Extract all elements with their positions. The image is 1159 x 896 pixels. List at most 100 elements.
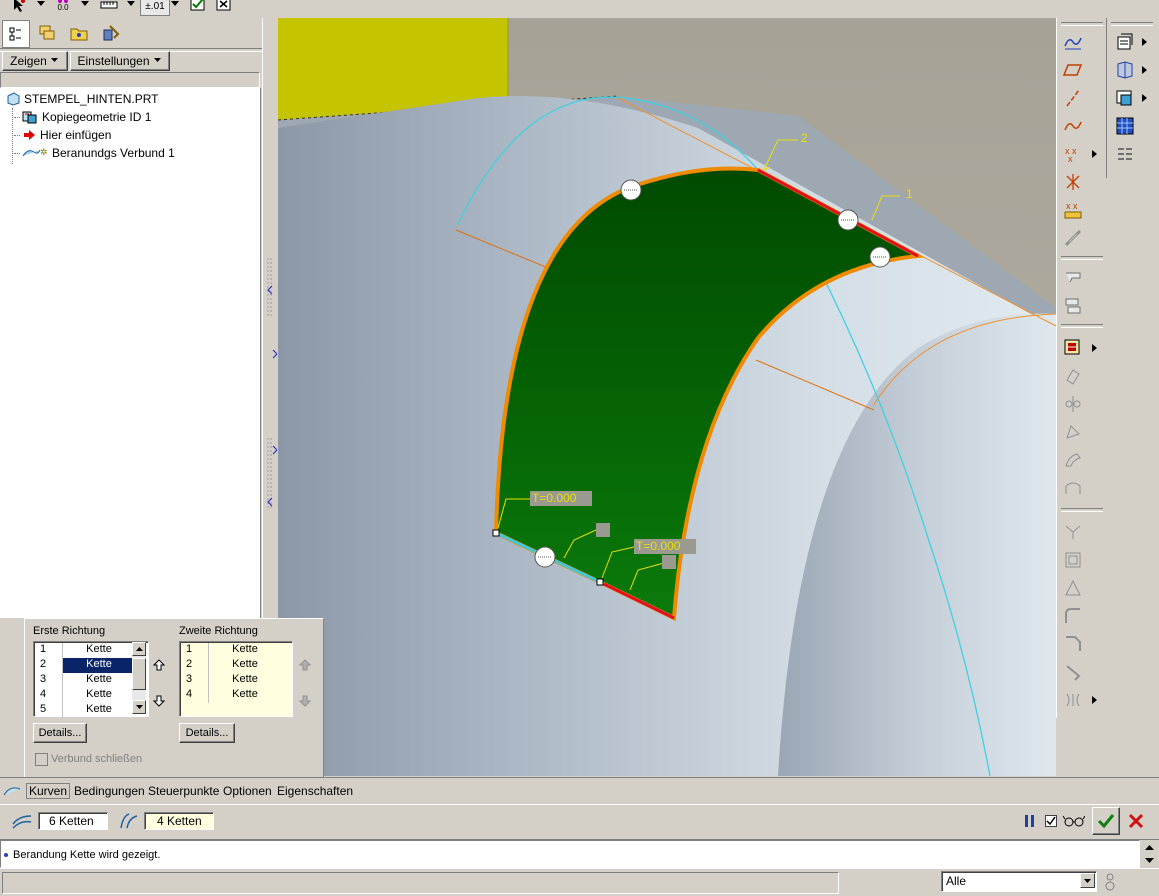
close-blend-checkbox[interactable] (35, 753, 48, 766)
pattern-icon[interactable] (1061, 688, 1085, 712)
tree-item-copy-geometry[interactable]: Kopiegeometrie ID 1 (14, 108, 151, 126)
datum-analysis-icon[interactable]: x x (1061, 198, 1085, 222)
checkbox-icon[interactable] (188, 0, 208, 12)
list-item[interactable]: 5 Kette (36, 703, 135, 718)
value-display-button[interactable]: 0.0 (50, 0, 76, 14)
thicken-icon[interactable] (1061, 520, 1085, 544)
datum-csys-icon[interactable] (1061, 170, 1085, 194)
draft-icon[interactable] (1061, 576, 1085, 600)
chamfer-icon[interactable] (1061, 632, 1085, 656)
list-item[interactable]: 1 Kette (36, 643, 135, 658)
datum-point-icon[interactable]: x xx (1061, 142, 1085, 166)
expand-arrow-icon[interactable] (1139, 58, 1151, 82)
first-direction-icon[interactable] (10, 809, 34, 833)
expand-arrow-icon[interactable] (1089, 142, 1101, 166)
display-style-icon[interactable] (1113, 114, 1137, 138)
graphics-viewport[interactable]: 2 1 T=0.000 T=0.000 (278, 18, 1056, 776)
pause-icon[interactable] (1018, 809, 1042, 833)
tab-label: Steuerpunkte (148, 784, 220, 798)
tab-curves[interactable]: Kurven (2, 782, 71, 800)
chevron-down-icon[interactable] (1080, 873, 1095, 888)
expand-arrow-icon[interactable] (1089, 688, 1101, 712)
preview-checkbox-icon[interactable] (1044, 809, 1058, 833)
datum-axis-icon[interactable] (1061, 86, 1085, 110)
control-handle[interactable] (534, 546, 556, 568)
layer-tab[interactable] (34, 20, 60, 46)
move-up-arrow-icon[interactable] (293, 653, 317, 677)
dropdown-arrow-icon[interactable] (36, 0, 46, 10)
svg-text:x: x (1068, 154, 1073, 164)
second-direction-details-button[interactable]: Details... (179, 723, 235, 743)
list-item[interactable]: 1 Kette (182, 643, 281, 658)
list-item[interactable]: 3 Kette (182, 673, 281, 688)
extend-icon[interactable] (1061, 448, 1085, 472)
scrollbar[interactable] (132, 642, 146, 714)
move-down-arrow-icon[interactable] (147, 689, 171, 713)
sweep-icon[interactable] (1061, 660, 1085, 684)
tab-properties[interactable]: Eigenschaften (277, 782, 353, 800)
solidify-icon[interactable] (1061, 548, 1085, 572)
datum-curve-icon[interactable] (1061, 114, 1085, 138)
offset-icon[interactable] (1061, 476, 1085, 500)
cancel-x-icon[interactable] (1124, 809, 1148, 833)
first-chain-count-field[interactable]: 6 Ketten (38, 812, 108, 830)
mirror-icon[interactable] (1061, 392, 1085, 416)
filter-lock-icon[interactable] (1100, 871, 1120, 893)
tree-item-part[interactable]: STEMPEL_HINTEN.PRT (6, 90, 158, 108)
tree-item-boundary-blend[interactable]: ✲ Beranundgs Verbund 1 (14, 144, 175, 162)
second-direction-list[interactable]: 1 Kette 2 Kette 3 Kette 4 Kette (179, 641, 293, 717)
close-box-icon[interactable] (214, 0, 234, 12)
second-chain-count-field[interactable]: 4 Ketten (144, 812, 214, 830)
model-tree-tab[interactable] (2, 20, 30, 48)
tree-item-insert-here[interactable]: Hier einfügen (14, 126, 111, 144)
datum-curve-sketch-icon[interactable] (1061, 30, 1085, 54)
settings-menu-button[interactable]: Einstellungen (70, 51, 170, 71)
datum-offset-icon[interactable] (1061, 226, 1085, 250)
list-item-selected[interactable]: 2 Kette (36, 658, 135, 673)
first-direction-list[interactable]: 1 Kette 2 Kette 3 Kette 4 Kette 5 Kette (33, 641, 149, 718)
control-handle[interactable] (620, 179, 642, 201)
filter-select[interactable]: Alle (941, 871, 1097, 892)
dropdown-arrow-icon[interactable] (126, 0, 136, 10)
orient-view-icon[interactable] (1113, 58, 1137, 82)
control-handle[interactable] (869, 246, 891, 268)
revolve-icon[interactable] (1061, 294, 1085, 318)
tab-options[interactable]: Optionen (223, 782, 272, 800)
merge-icon[interactable] (1061, 364, 1085, 388)
copy-geometry-tool-icon[interactable] (1061, 336, 1085, 360)
message-scrollbar[interactable] (1140, 840, 1159, 868)
confirm-button[interactable] (1092, 807, 1120, 835)
datum-plane-icon[interactable] (1061, 58, 1085, 82)
second-direction-icon[interactable] (116, 809, 140, 833)
list-item[interactable]: 3 Kette (36, 673, 135, 688)
extrude-icon[interactable] (1061, 266, 1085, 290)
tolerance-button[interactable]: ±.01 (140, 0, 170, 16)
list-item[interactable]: 4 Kette (36, 688, 135, 703)
tab-label: Kurven (26, 783, 71, 799)
folder-tab[interactable] (66, 20, 92, 46)
dropdown-arrow-icon[interactable] (170, 0, 180, 10)
move-up-arrow-icon[interactable] (147, 653, 171, 677)
tab-control-points[interactable]: Steuerpunkte (148, 782, 219, 800)
view-manager-icon[interactable] (1113, 30, 1137, 54)
list-item[interactable]: 2 Kette (182, 658, 281, 673)
ruler-icon[interactable] (98, 0, 120, 14)
expand-arrow-icon[interactable] (1089, 336, 1101, 360)
expand-arrow-icon[interactable] (1139, 86, 1151, 110)
trim-icon[interactable] (1061, 420, 1085, 444)
control-handle[interactable] (837, 209, 859, 231)
glasses-icon[interactable] (1062, 809, 1086, 833)
tab-label: Eigenschaften (277, 784, 354, 798)
expand-arrow-icon[interactable] (1139, 30, 1151, 54)
move-down-arrow-icon[interactable] (293, 689, 317, 713)
first-direction-details-button[interactable]: Details... (33, 723, 87, 743)
round-icon[interactable] (1061, 604, 1085, 628)
tab-constraints[interactable]: Bedingungen (74, 782, 145, 800)
select-arrow-icon[interactable] (8, 0, 30, 14)
dropdown-arrow-icon[interactable] (80, 0, 90, 10)
favorites-tab[interactable] (98, 20, 124, 46)
layer-settings-icon[interactable] (1113, 142, 1137, 166)
list-item[interactable]: 4 Kette (182, 688, 281, 703)
saved-views-icon[interactable] (1113, 86, 1137, 110)
show-menu-button[interactable]: Zeigen (2, 51, 68, 71)
